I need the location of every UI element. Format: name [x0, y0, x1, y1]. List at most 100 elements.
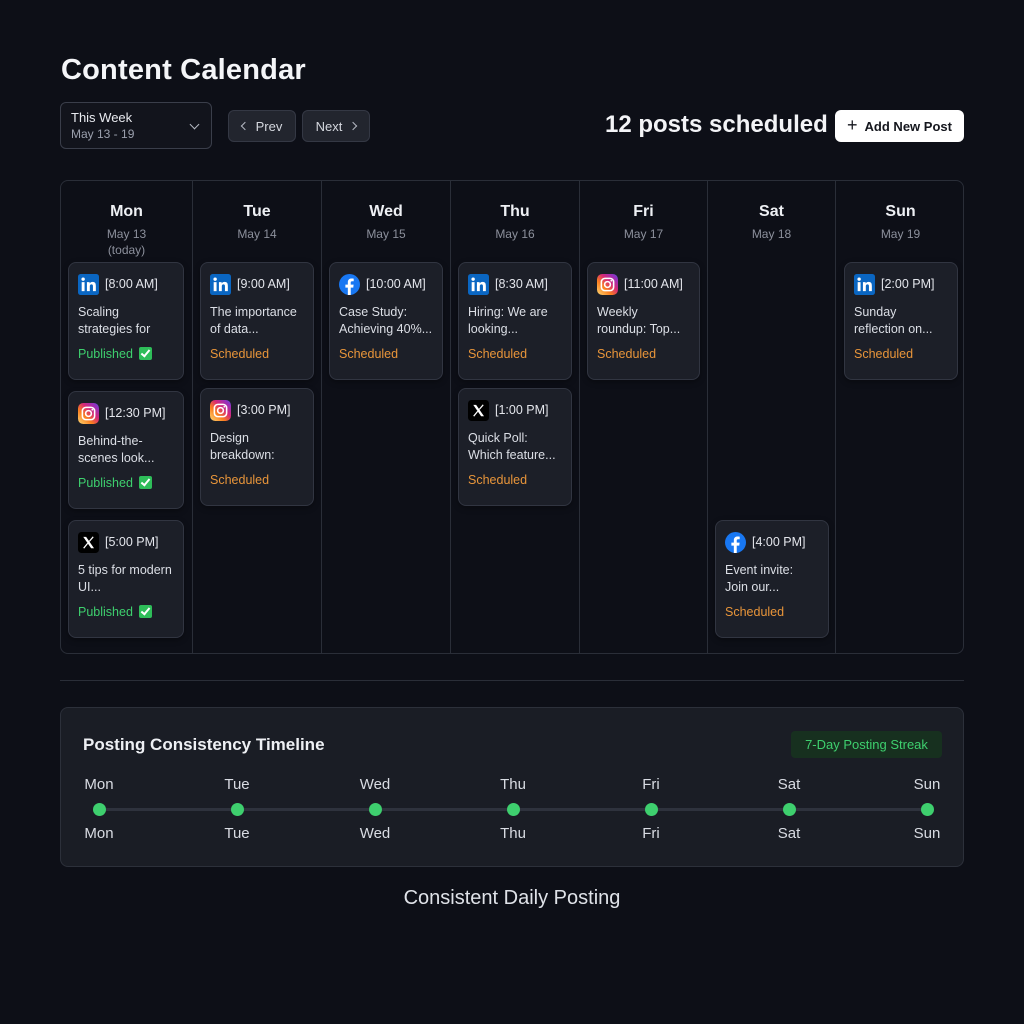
post-title: Event invite: Join our... — [725, 563, 794, 594]
timeline-day-label: Mon — [84, 776, 114, 793]
timeline-day-label: Sun — [913, 825, 941, 842]
day-name: Fri — [633, 203, 654, 220]
day-date: May 15 — [366, 227, 406, 241]
post-time: [2:00 PM] — [881, 277, 935, 291]
next-button-label: Next — [315, 118, 343, 134]
day-date: May 17 — [623, 227, 664, 241]
day-date: May 18 — [751, 227, 792, 241]
today-note: (today) — [107, 243, 146, 257]
post-card[interactable]: [9:00 AM] The importance of data... Sche… — [200, 262, 314, 380]
week-selector[interactable]: This Week May 13 - 19 — [60, 102, 212, 149]
post-title: Hiring: We are looking... — [468, 305, 548, 336]
instagram-icon — [597, 273, 618, 295]
plus-icon: + — [847, 115, 858, 135]
timeline-title: Posting Consistency Timeline — [83, 735, 325, 754]
timeline-day-label: Tue — [224, 776, 250, 793]
post-time: [4:00 PM] — [752, 535, 806, 549]
post-time: [5:00 PM] — [105, 535, 159, 549]
post-card[interactable]: [4:00 PM] Event invite: Join our... Sche… — [715, 520, 829, 638]
post-status: Published — [78, 476, 174, 490]
timeline-day-label: Sun — [913, 776, 941, 793]
timeline-day-label: Tue — [224, 825, 250, 842]
day-date: May 16 — [495, 227, 535, 241]
day-name: Sat — [759, 203, 784, 220]
post-time: [8:00 AM] — [105, 277, 158, 291]
post-status: Published — [78, 605, 174, 619]
post-status-label: Published — [78, 476, 133, 490]
post-title: Design breakdown: The... — [210, 431, 275, 462]
check-icon — [139, 605, 153, 618]
week-selector-range: May 13 - 19 — [71, 127, 135, 141]
linkedin-icon — [78, 273, 99, 295]
post-status-label: Published — [78, 347, 133, 361]
timeline-day-label: Wed — [359, 776, 391, 793]
timeline-dot — [506, 803, 520, 816]
post-title: 5 tips for modern UI... — [78, 563, 172, 594]
day-date: May 14 — [237, 227, 277, 241]
day-name: Wed — [369, 203, 403, 220]
post-card[interactable]: [3:00 PM] Design breakdown: The... Sched… — [200, 388, 314, 506]
day-name: Tue — [243, 203, 271, 220]
post-card[interactable]: [10:00 AM] Case Study: Achieving 40%... … — [329, 262, 443, 380]
post-status: Scheduled — [210, 347, 270, 361]
post-time: [3:00 PM] — [237, 403, 291, 417]
day-column-wed: Wed May 15 — [322, 181, 451, 653]
timeline-day-label: Sat — [777, 825, 801, 842]
post-title: Sunday reflection on... — [854, 305, 933, 336]
x-icon — [468, 399, 489, 421]
chevron-left-icon — [240, 121, 249, 131]
day-date: May 13 — [106, 227, 147, 241]
post-status: Scheduled — [468, 473, 528, 487]
x-icon — [78, 531, 99, 553]
post-time: [9:00 AM] — [237, 277, 290, 291]
instagram-icon — [78, 402, 99, 424]
prev-button-label: Prev — [255, 118, 283, 134]
post-time: [1:00 PM] — [495, 403, 549, 417]
post-title: The importance of data... — [210, 305, 297, 336]
timeline-dot — [920, 803, 934, 816]
instagram-icon — [210, 399, 231, 421]
post-card[interactable]: [2:00 PM] Sunday reflection on... Schedu… — [844, 262, 958, 380]
timeline-day-label: Thu — [500, 825, 526, 842]
day-date: May 19 — [880, 227, 921, 241]
post-status: Scheduled — [339, 347, 399, 361]
timeline-day-label: Fri — [642, 825, 660, 842]
post-status: Published — [78, 347, 174, 361]
day-name: Mon — [110, 203, 143, 220]
posting-timeline-panel: Posting Consistency Timeline 7-Day Posti… — [60, 707, 964, 867]
next-button[interactable]: Next — [302, 110, 370, 142]
post-card[interactable]: [5:00 PM] 5 tips for modern UI... Publis… — [68, 520, 184, 638]
timeline-dot — [644, 803, 658, 816]
timeline-day-label: Thu — [500, 776, 526, 793]
post-card[interactable]: [8:30 AM] Hiring: We are looking... Sche… — [458, 262, 572, 380]
page-title: Content Calendar — [61, 54, 306, 86]
timeline-day-label: Mon — [84, 825, 114, 842]
post-card[interactable]: [12:30 PM] Behind-the-scenes look... Pub… — [68, 391, 184, 509]
post-time: [12:30 PM] — [105, 406, 166, 420]
add-new-post-label: Add New Post — [864, 118, 952, 134]
check-icon — [139, 347, 153, 360]
add-new-post-button[interactable]: + Add New Post — [835, 110, 964, 142]
post-title: Behind-the-scenes look... — [78, 434, 155, 465]
post-card[interactable]: [8:00 AM] Scaling strategies for B2B... … — [68, 262, 184, 380]
post-card[interactable]: [11:00 AM] Weekly roundup: Top... Schedu… — [587, 262, 700, 380]
post-time: [10:00 AM] — [366, 277, 426, 291]
day-column-sun: Sun May 19 — [836, 181, 963, 653]
linkedin-icon — [210, 273, 231, 295]
timeline-dot — [92, 803, 106, 816]
timeline-day-label: Wed — [359, 825, 391, 842]
prev-button[interactable]: Prev — [228, 110, 296, 142]
facebook-icon — [339, 273, 360, 295]
post-time: [8:30 AM] — [495, 277, 548, 291]
timeline-dot — [368, 803, 382, 816]
facebook-icon — [725, 531, 746, 553]
timeline-dot — [782, 803, 796, 816]
post-title: Weekly roundup: Top... — [597, 305, 681, 336]
week-calendar: Mon May 13 (today) Tue May 14 Wed May 15… — [60, 180, 964, 654]
day-column-fri: Fri May 17 — [580, 181, 708, 653]
linkedin-icon — [468, 273, 489, 295]
timeline-day-label: Sat — [777, 776, 801, 793]
post-card[interactable]: [1:00 PM] Quick Poll: Which feature... S… — [458, 388, 572, 506]
day-name: Sun — [885, 203, 916, 220]
post-time: [11:00 AM] — [624, 277, 683, 291]
